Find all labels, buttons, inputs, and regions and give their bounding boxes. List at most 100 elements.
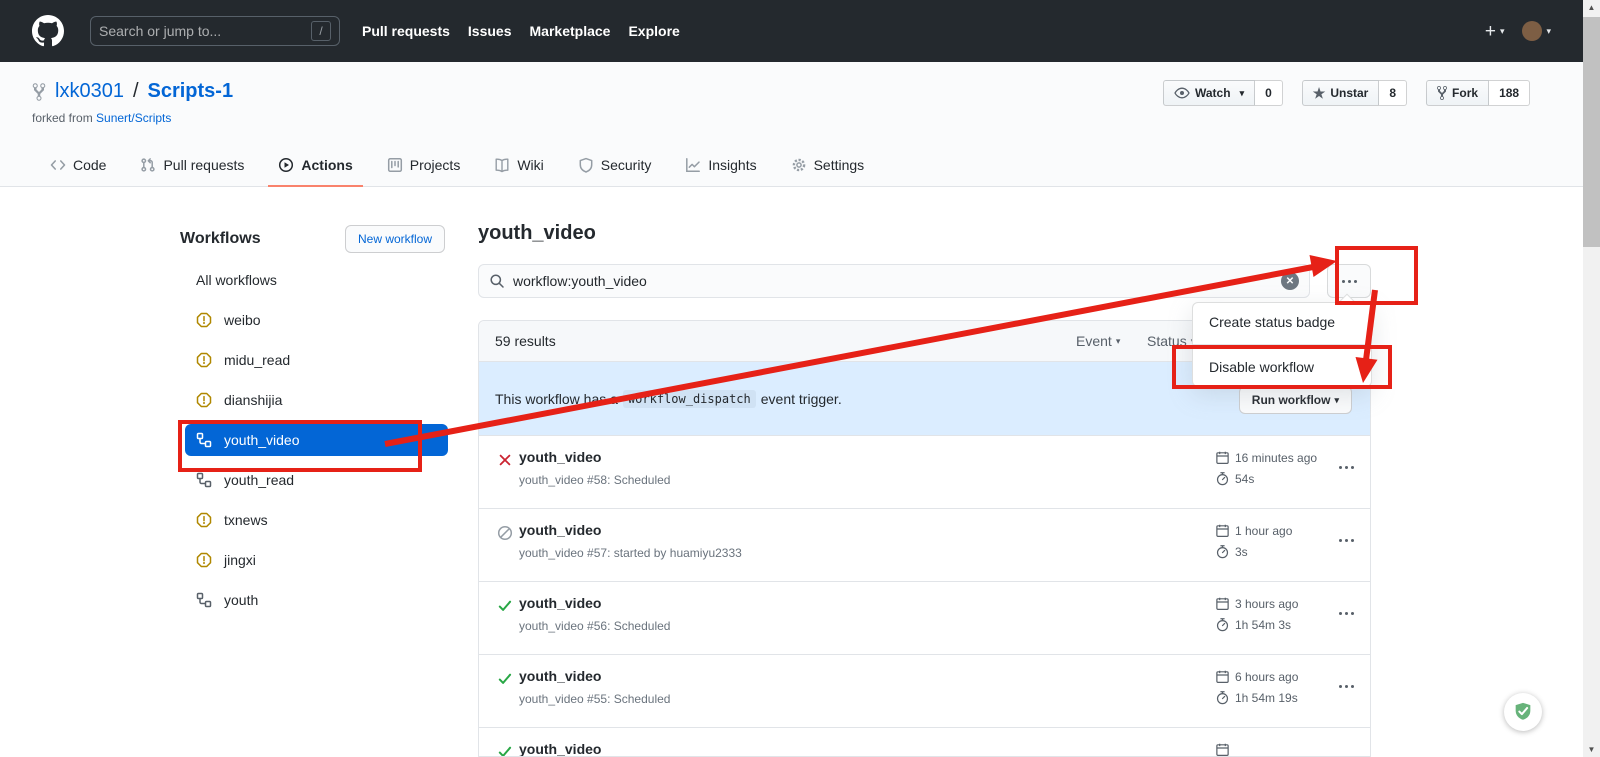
sidebar-item-label: txnews <box>224 512 268 528</box>
run-subtitle: youth_video #58: Scheduled <box>519 473 670 487</box>
tab-projects[interactable]: Projects <box>377 145 471 187</box>
run-duration: 54s <box>1235 472 1254 486</box>
nav-issues[interactable]: Issues <box>468 23 512 39</box>
menu-item-disable-workflow[interactable]: Disable workflow <box>1193 351 1371 383</box>
tab-label: Wiki <box>517 157 543 173</box>
run-duration: 1h 54m 3s <box>1235 618 1291 632</box>
sidebar-item-label: jingxi <box>224 552 256 568</box>
repo-header: lxk0301 / Scripts-1 forked from Sunert/S… <box>0 62 1583 187</box>
check-icon <box>497 598 513 614</box>
run-row: youth_video <box>479 728 1370 757</box>
new-workflow-button[interactable]: New workflow <box>345 225 445 253</box>
avatar <box>1522 21 1542 41</box>
run-title-link[interactable]: youth_video <box>519 668 601 684</box>
fork-count[interactable]: 188 <box>1489 80 1530 106</box>
forked-from-label: forked from <box>32 111 93 125</box>
sidebar-item-midu-read[interactable]: midu_read <box>180 340 448 380</box>
repo-forked-icon <box>1437 85 1447 101</box>
warning-icon <box>196 312 212 328</box>
sidebar-item-all-workflows[interactable]: All workflows <box>180 260 448 300</box>
plus-icon: + <box>1485 22 1496 41</box>
sidebar-item-youth-video[interactable]: youth_video <box>185 424 448 456</box>
run-title-link[interactable]: youth_video <box>519 522 601 538</box>
run-options-button[interactable] <box>1339 466 1354 469</box>
workflow-search-row: ✕ <box>478 264 1371 298</box>
tab-actions[interactable]: Actions <box>268 145 362 187</box>
tab-code[interactable]: Code <box>40 145 116 187</box>
slash-key-hint: / <box>311 21 331 41</box>
create-new-button[interactable]: + ▾ <box>1485 22 1505 41</box>
workflow-options-button[interactable] <box>1327 264 1371 298</box>
run-workflow-button[interactable]: Run workflow ▾ <box>1239 386 1352 414</box>
global-search-input[interactable] <box>99 23 311 39</box>
sidebar-item-weibo[interactable]: weibo <box>180 300 448 340</box>
repo-name-link[interactable]: Scripts-1 <box>148 80 234 103</box>
run-subtitle: youth_video #56: Scheduled <box>519 619 670 633</box>
fork-button[interactable]: Fork <box>1426 80 1489 106</box>
unstar-button[interactable]: ★ Unstar <box>1302 80 1380 106</box>
tab-wiki[interactable]: Wiki <box>484 145 553 187</box>
sidebar-item-jingxi[interactable]: jingxi <box>180 540 448 580</box>
eye-icon <box>1174 85 1190 101</box>
workflows-heading: Workflows <box>180 230 261 248</box>
watch-label: Watch <box>1195 86 1231 100</box>
stopwatch-icon <box>1215 471 1230 486</box>
calendar-icon <box>1215 596 1230 611</box>
sidebar-item-youth-read[interactable]: youth_read <box>180 460 448 500</box>
scrollbar-thumb[interactable] <box>1583 17 1600 247</box>
user-menu-button[interactable]: ▾ <box>1504 21 1551 41</box>
run-title-link[interactable]: youth_video <box>519 449 601 465</box>
warning-icon <box>196 352 212 368</box>
run-options-button[interactable] <box>1339 685 1354 688</box>
sidebar-item-txnews[interactable]: txnews <box>180 500 448 540</box>
watch-button[interactable]: Watch ▾ <box>1163 80 1255 106</box>
tab-insights[interactable]: Insights <box>675 145 766 187</box>
status-filter-label: Status <box>1147 333 1187 349</box>
kebab-icon <box>1339 612 1342 615</box>
run-title-link[interactable]: youth_video <box>519 595 601 611</box>
clear-filter-icon[interactable]: ✕ <box>1281 272 1299 290</box>
event-filter[interactable]: Event ▾ <box>1076 333 1120 349</box>
run-meta: 16 minutes ago 54s <box>1215 447 1317 489</box>
nav-pull-requests[interactable]: Pull requests <box>362 23 450 39</box>
circle-slash-icon <box>497 525 513 541</box>
star-count[interactable]: 8 <box>1379 80 1407 106</box>
run-time: 6 hours ago <box>1235 670 1298 684</box>
sidebar-item-youth[interactable]: youth <box>180 580 448 620</box>
tab-security[interactable]: Security <box>568 145 662 187</box>
repo-owner-link[interactable]: lxk0301 <box>55 80 124 103</box>
calendar-icon <box>1215 669 1230 684</box>
stopwatch-icon <box>1215 690 1230 705</box>
github-logo-icon[interactable] <box>32 15 64 47</box>
tab-pull-requests[interactable]: Pull requests <box>130 145 254 187</box>
scroll-up-arrow[interactable]: ▲ <box>1583 0 1600 15</box>
unstar-label: Unstar <box>1330 86 1368 100</box>
nav-explore[interactable]: Explore <box>628 23 679 39</box>
repo-title: lxk0301 / Scripts-1 <box>32 80 233 103</box>
workflow-list: All workflows weibo midu_read dianshijia… <box>180 260 448 620</box>
forked-from-link[interactable]: Sunert/Scripts <box>96 111 171 125</box>
workflow-icon <box>196 472 212 488</box>
status-filter[interactable]: Status ▾ <box>1147 333 1195 349</box>
menu-item-create-status-badge[interactable]: Create status badge <box>1193 306 1371 338</box>
run-options-button[interactable] <box>1339 612 1354 615</box>
page-scrollbar[interactable]: ▲ ▼ <box>1583 0 1600 757</box>
run-options-button[interactable] <box>1339 539 1354 542</box>
watch-count[interactable]: 0 <box>1255 80 1283 106</box>
kebab-icon <box>1351 685 1354 688</box>
run-workflow-label: Run workflow <box>1252 393 1331 407</box>
tab-label: Security <box>601 157 652 173</box>
run-filter-input[interactable] <box>513 273 1273 289</box>
sidebar-item-dianshijia[interactable]: dianshijia <box>180 380 448 420</box>
book-icon <box>494 157 510 173</box>
results-count: 59 results <box>495 333 556 349</box>
sidebar-item-label: All workflows <box>196 272 277 288</box>
nav-marketplace[interactable]: Marketplace <box>530 23 611 39</box>
tab-settings[interactable]: Settings <box>781 145 875 187</box>
scroll-down-arrow[interactable]: ▼ <box>1583 742 1600 757</box>
tab-label: Actions <box>301 157 352 173</box>
adguard-assistant-button[interactable] <box>1504 693 1542 731</box>
run-title-link[interactable]: youth_video <box>519 741 601 757</box>
kebab-icon <box>1345 539 1348 542</box>
menu-divider <box>1193 344 1371 345</box>
